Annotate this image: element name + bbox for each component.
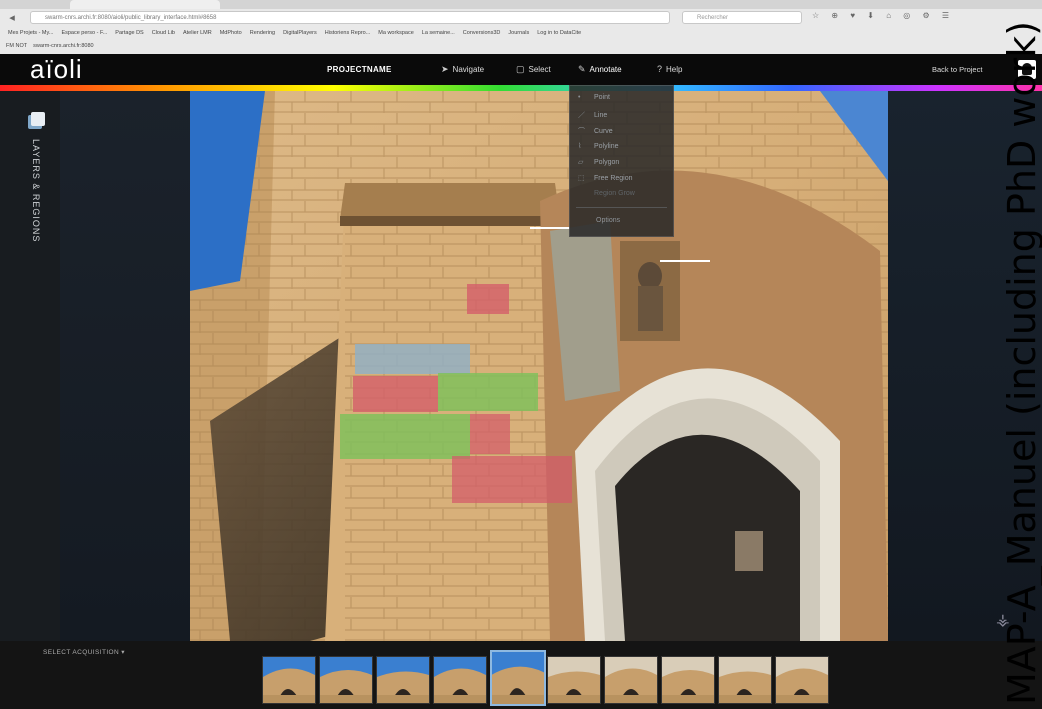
menu-navigate-label: Navigate: [452, 65, 485, 74]
line-icon: ／: [578, 112, 585, 119]
annotate-free-region-label: Free Region: [594, 175, 633, 182]
back-to-project-link[interactable]: Back to Project: [932, 54, 982, 85]
annotation-region-red-4[interactable]: [452, 456, 572, 503]
annotate-polygon[interactable]: ▱ Polygon: [578, 158, 619, 166]
acquisition-thumbnail[interactable]: [661, 656, 715, 704]
polygon-icon: ▱: [578, 159, 584, 166]
bookmark-item[interactable]: Historiens Repro...: [325, 30, 371, 36]
annotate-line[interactable]: ／ Line: [578, 110, 607, 120]
annotate-dropdown: • Point ／ Line ⌒ Curve ⌇ Polyline ▱ Polygon ⬚…: [569, 85, 674, 237]
bookmark-item[interactable]: Conversions3D: [463, 30, 501, 36]
annotation-region-green-2[interactable]: [340, 414, 470, 459]
aioli-logo: aïoli: [30, 54, 83, 84]
acquisition-thumbnail[interactable]: [376, 656, 430, 704]
browser-tab[interactable]: [70, 0, 220, 9]
chevron-down-icon: ▾: [121, 649, 125, 656]
annotate-polygon-label: Polygon: [594, 159, 620, 166]
annotate-icon: ✎: [578, 64, 586, 74]
tab-strip: [0, 0, 1042, 9]
app-toolbar: aïoli PROJECTNAME ➤ Navigate ▢ Select ✎ Ann…: [0, 54, 1042, 85]
polyline-icon: ⌇: [578, 143, 582, 150]
annotate-polyline-label: Polyline: [594, 143, 619, 150]
annotation-region-red-2[interactable]: [353, 376, 438, 412]
acquisition-thumbnail[interactable]: [775, 656, 829, 704]
acquisition-thumbnail[interactable]: [604, 656, 658, 704]
annotate-options[interactable]: Options: [596, 217, 620, 224]
help-icon: ?: [657, 64, 663, 74]
url-text: swarm-cnrs.archi.fr:8080/aioli/public_li…: [45, 15, 217, 21]
project-name: PROJECTNAME: [327, 65, 392, 74]
back-arrow-icon[interactable]: ◂: [4, 10, 20, 26]
menu-annotate-label: Annotate: [589, 65, 622, 74]
search-placeholder: Rechercher: [697, 15, 729, 21]
bookmark-item[interactable]: Log in to DataCite: [537, 30, 581, 36]
annotate-polyline[interactable]: ⌇ Polyline: [578, 142, 619, 150]
thumbnail-strip: [260, 650, 840, 706]
layers-icon[interactable]: [31, 112, 45, 126]
side-caption: MAP-A_Manuel (including PhD work): [1000, 20, 1042, 705]
acquisition-thumbnail[interactable]: [319, 656, 373, 704]
acquisition-thumbnail[interactable]: [433, 656, 487, 704]
toolbar-icons[interactable]: ☆ ⊕ ♥ ⬇ ⌂ ◎ ⚙ ☰: [812, 11, 954, 20]
annotate-curve-label: Curve: [594, 128, 613, 135]
select-acquisition-dropdown[interactable]: SELECT ACQUISITION ▾: [43, 648, 125, 656]
annotation-region-green-1[interactable]: [438, 373, 538, 411]
menu-annotate[interactable]: ✎ Annotate: [578, 54, 622, 85]
bookmark-item[interactable]: Partage DS: [115, 30, 143, 36]
bookmark-item[interactable]: Ma workspace: [378, 30, 413, 36]
bookmark-item[interactable]: Espace perso - F...: [61, 30, 107, 36]
annotate-free-region[interactable]: ⬚ Free Region: [578, 174, 633, 182]
annotate-region-grow-label: Region Grow: [594, 190, 635, 197]
menu-help[interactable]: ? Help: [657, 54, 682, 85]
photo-viewer[interactable]: [190, 91, 888, 641]
annotate-point[interactable]: • Point: [578, 94, 610, 101]
acquisition-thumbnail[interactable]: [490, 650, 546, 706]
layers-regions-label[interactable]: LAYERS & REGIONS: [31, 139, 41, 242]
bookmark-item[interactable]: FM NOT: [6, 43, 27, 49]
annotation-region-red-1[interactable]: [467, 284, 509, 314]
annotation-region-red-3[interactable]: [470, 414, 510, 454]
annotate-curve[interactable]: ⌒ Curve: [578, 126, 613, 136]
select-icon: ▢: [516, 64, 525, 74]
annotate-line-label: Line: [594, 112, 608, 119]
annotate-region-grow: Region Grow: [594, 190, 635, 197]
bookmark-item[interactable]: swarm-cnrs.archi.fr:8080: [33, 43, 94, 49]
bookmarks-bar-2: FM NOT swarm-cnrs.archi.fr:8080: [0, 39, 1042, 54]
bookmark-item[interactable]: Mes Projets - My...: [8, 30, 53, 36]
bookmark-item[interactable]: MdPhoto: [220, 30, 242, 36]
bookmark-item[interactable]: La semaine...: [422, 30, 455, 36]
menu-select[interactable]: ▢ Select: [516, 54, 551, 85]
acquisition-thumbnail[interactable]: [718, 656, 772, 704]
bookmark-item[interactable]: Rendering: [250, 30, 275, 36]
free-region-icon: ⬚: [578, 175, 585, 182]
point-icon: •: [578, 94, 581, 101]
acquisition-thumbnail[interactable]: [547, 656, 601, 704]
layers-panel[interactable]: LAYERS & REGIONS: [0, 91, 60, 641]
menu-help-label: Help: [666, 65, 683, 74]
browser-chrome: ◂ swarm-cnrs.archi.fr:8080/aioli/public_…: [0, 0, 1042, 54]
bookmark-item[interactable]: Journals: [508, 30, 529, 36]
dropdown-divider: [576, 207, 667, 208]
browser-search-input[interactable]: Rechercher: [682, 11, 802, 24]
menu-select-label: Select: [528, 65, 551, 74]
address-bar[interactable]: swarm-cnrs.archi.fr:8080/aioli/public_li…: [30, 11, 670, 24]
navigate-icon: ➤: [441, 64, 449, 74]
select-acquisition-label: SELECT ACQUISITION: [43, 649, 120, 656]
curve-icon: ⌒: [578, 128, 585, 135]
bookmark-item[interactable]: Cloud Lib: [152, 30, 175, 36]
acquisition-thumbnail[interactable]: [262, 656, 316, 704]
menu-navigate[interactable]: ➤ Navigate: [441, 54, 484, 85]
annotate-point-label: Point: [594, 94, 610, 101]
viewer-background-left: [60, 91, 190, 641]
url-row: ◂ swarm-cnrs.archi.fr:8080/aioli/public_…: [0, 9, 1042, 27]
bookmark-item[interactable]: DigitalPlayers: [283, 30, 317, 36]
bookmarks-bar: Mes Projets - My... Espace perso - F... Pa…: [0, 27, 1042, 39]
church-photo[interactable]: [190, 91, 888, 641]
annotation-region-blue[interactable]: [355, 344, 470, 374]
bookmark-item[interactable]: Atelier LMR: [183, 30, 212, 36]
